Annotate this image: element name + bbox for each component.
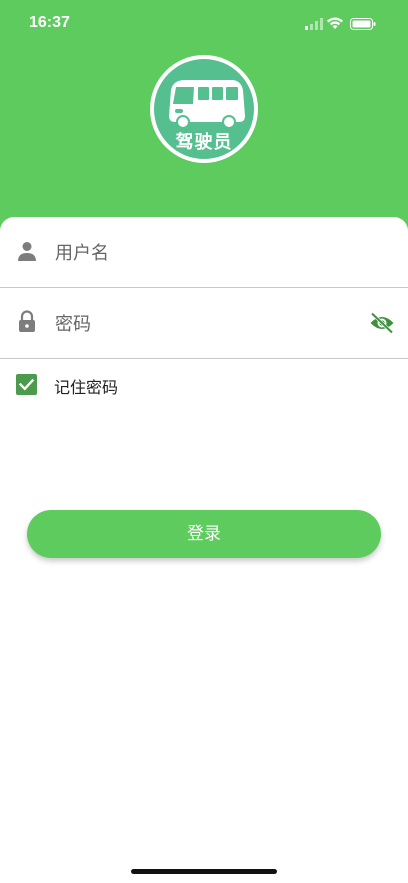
username-field bbox=[0, 217, 408, 288]
lock-icon bbox=[19, 310, 35, 332]
person-icon bbox=[18, 242, 36, 261]
login-card: 记住密码 登录 bbox=[0, 217, 408, 883]
header-background: 16:37 驾驶员 bbox=[0, 0, 408, 232]
remember-label: 记住密码 bbox=[54, 378, 119, 397]
driver-logo: 驾驶员 bbox=[149, 54, 259, 164]
remember-checkbox[interactable] bbox=[16, 374, 37, 395]
username-input[interactable] bbox=[53, 236, 357, 270]
password-field bbox=[0, 288, 408, 359]
status-time: 16:37 bbox=[29, 14, 70, 31]
status-bar: 16:37 bbox=[0, 0, 408, 48]
logo-text: 驾驶员 bbox=[175, 132, 233, 153]
wifi-icon bbox=[327, 17, 343, 29]
login-button[interactable]: 登录 bbox=[27, 510, 381, 558]
home-indicator bbox=[131, 869, 277, 874]
password-input[interactable] bbox=[53, 307, 357, 341]
signal-icon bbox=[305, 18, 323, 30]
checkmark-icon bbox=[18, 378, 35, 391]
battery-icon bbox=[350, 18, 376, 30]
eye-off-icon[interactable] bbox=[369, 312, 395, 334]
